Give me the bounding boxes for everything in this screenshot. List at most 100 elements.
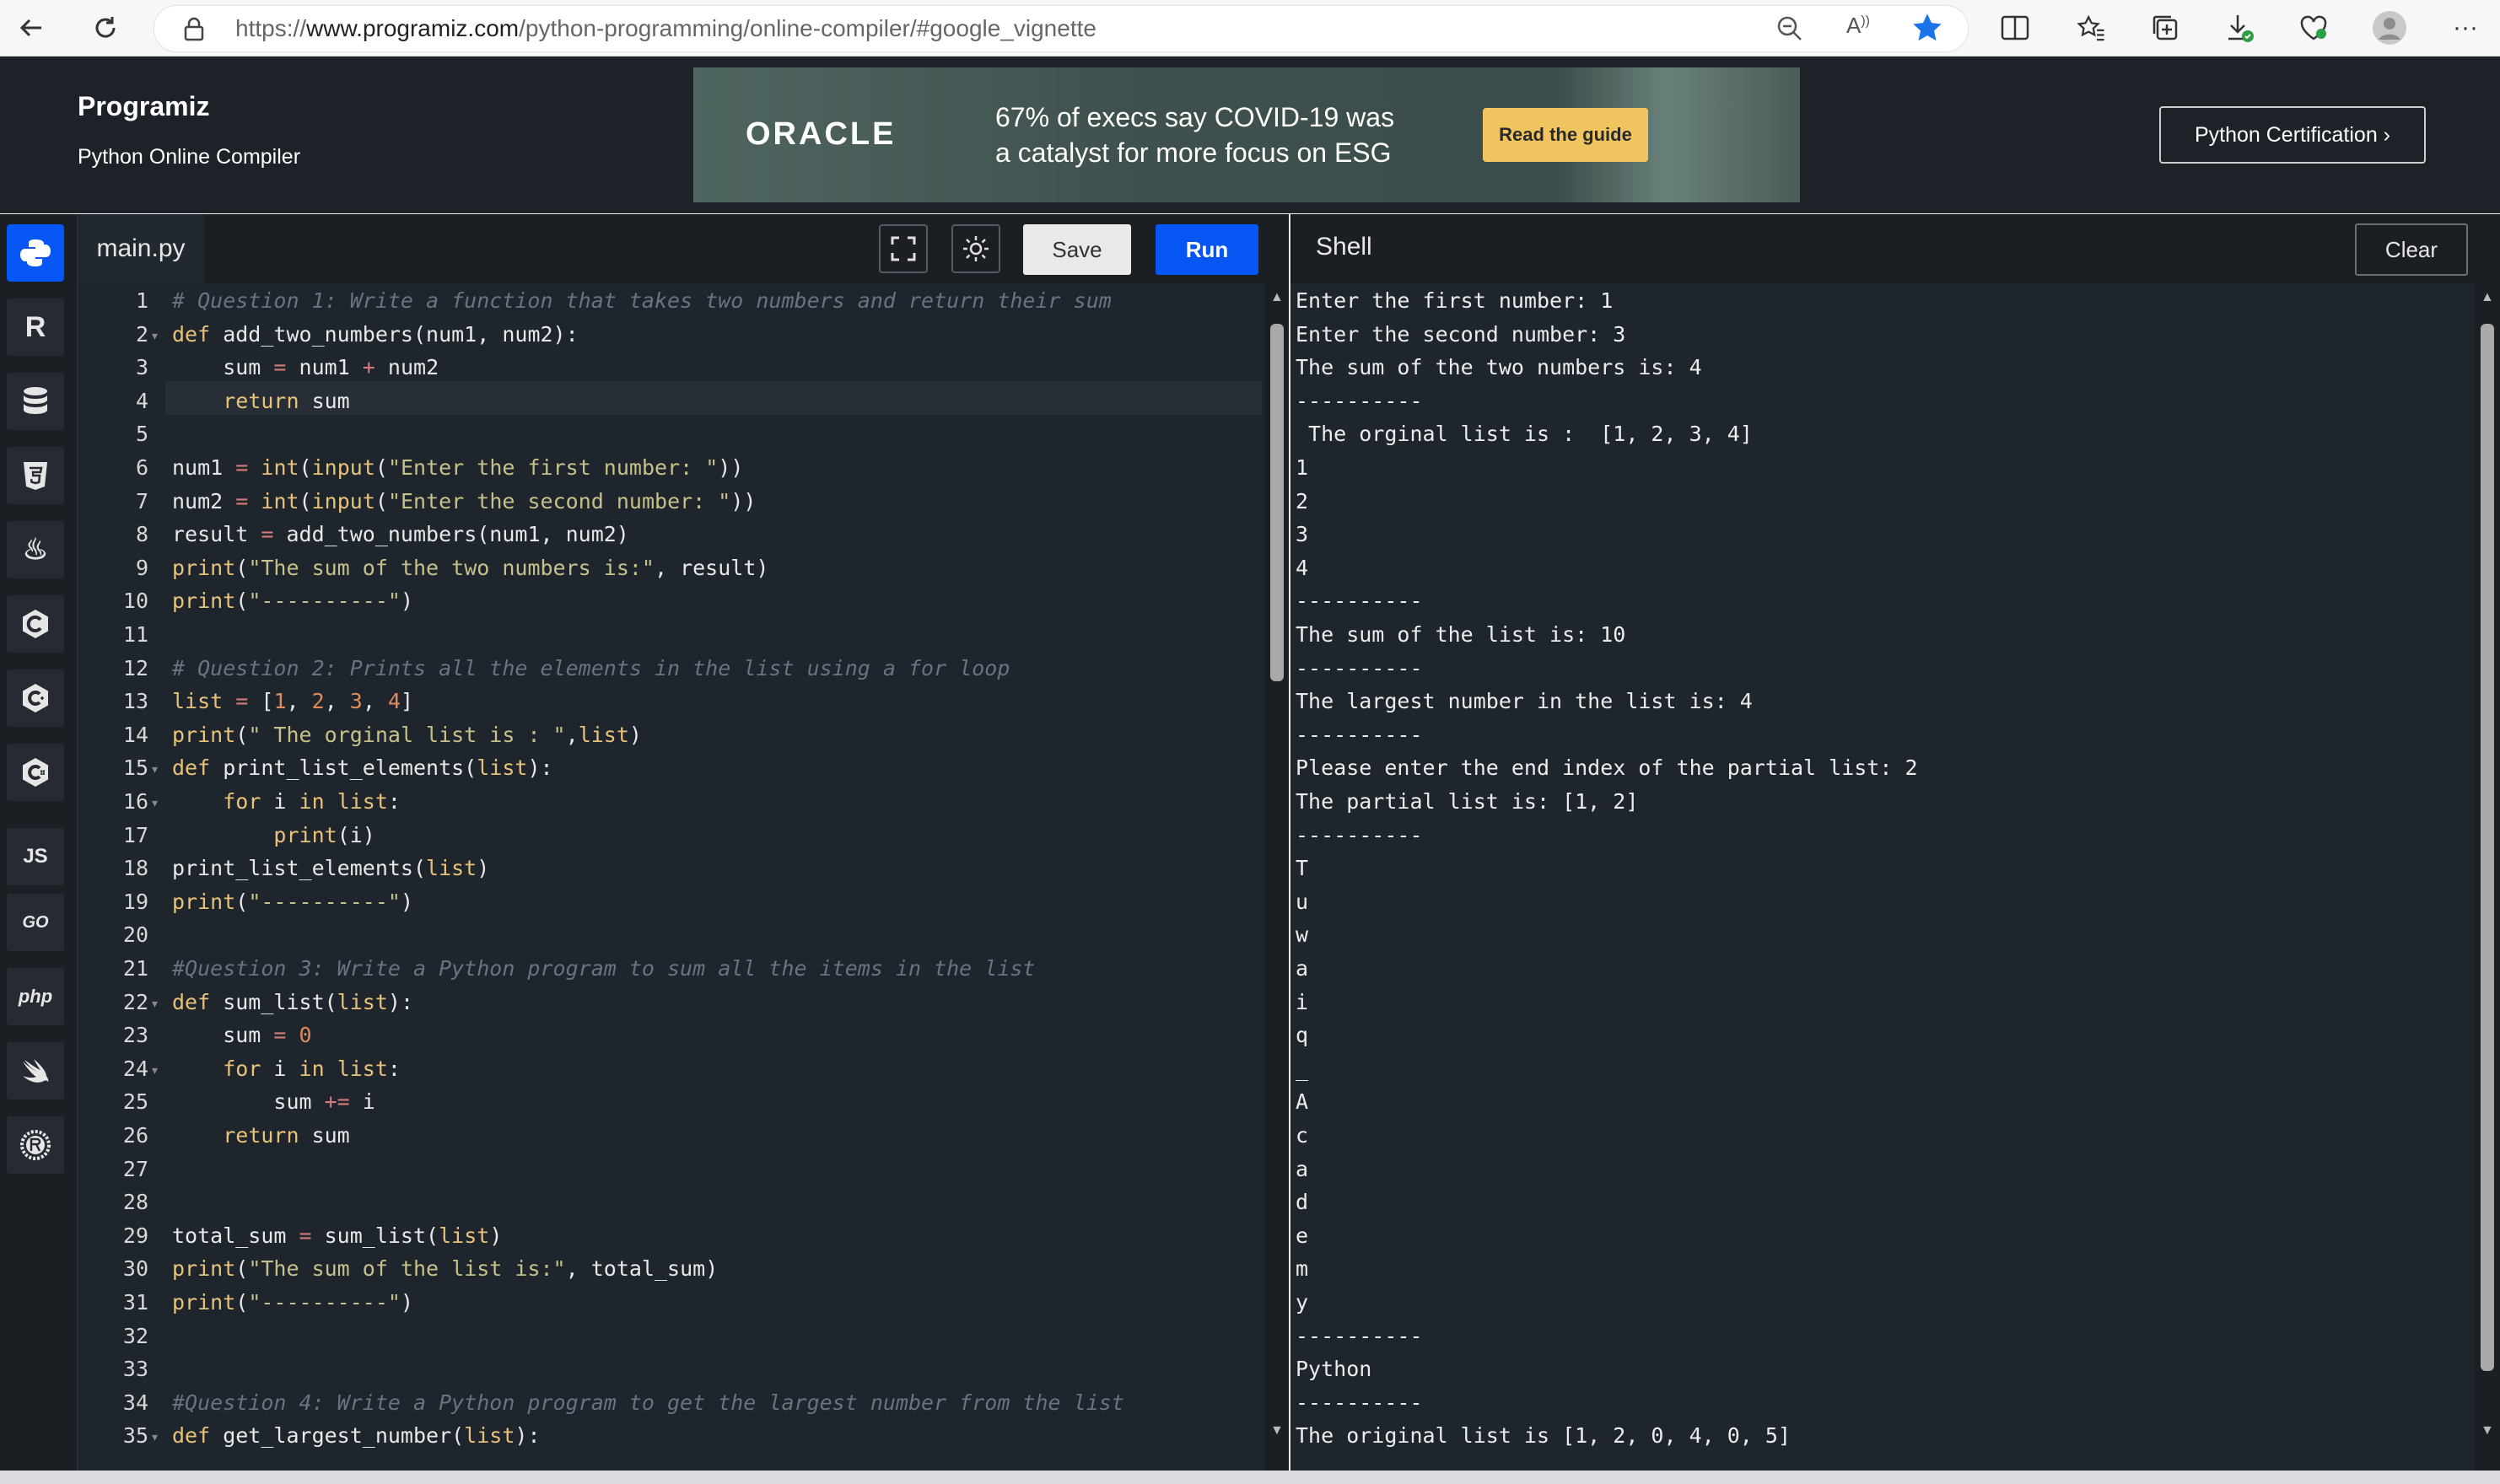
shell-scroll-thumb[interactable] <box>2481 324 2494 1371</box>
save-button[interactable]: Save <box>1023 224 1131 275</box>
fold-arrow-icon[interactable]: ▾ <box>152 1430 158 1444</box>
advertisement-banner[interactable]: ORACLE 67% of execs say COVID-19 was a c… <box>693 67 1800 202</box>
lang-cpp-button[interactable] <box>7 669 64 727</box>
fold-arrow-icon[interactable]: ▾ <box>152 1063 158 1078</box>
favorites-icon[interactable] <box>2072 8 2110 47</box>
python-certification-button[interactable]: Python Certification › <box>2159 106 2426 164</box>
lang-r-button[interactable]: R <box>7 298 64 356</box>
back-icon[interactable] <box>10 7 52 49</box>
ad-brand-logo: ORACLE <box>746 116 897 152</box>
lang-swift-button[interactable] <box>7 1042 64 1100</box>
lock-icon[interactable] <box>183 16 205 46</box>
split-screen-icon[interactable] <box>1996 8 2034 47</box>
line-number: 26 <box>122 1123 148 1148</box>
python-icon <box>20 239 51 266</box>
address-bar[interactable]: https://www.programiz.com/python-program… <box>154 5 1969 52</box>
shell-output-line: ---------- <box>1296 722 1423 747</box>
page-subtitle: Python Online Compiler <box>78 145 301 169</box>
line-number: 34 <box>122 1390 148 1415</box>
code-line[interactable]: #Question 3: Write a Python program to s… <box>172 956 1036 981</box>
lang-rust-button[interactable] <box>7 1116 64 1174</box>
shell-scrollbar[interactable]: ▲ ▼ <box>2475 283 2500 1471</box>
code-line[interactable]: def print_list_elements(list): <box>172 755 553 780</box>
line-number: 4 <box>135 388 148 413</box>
zoom-icon[interactable] <box>1775 14 1804 47</box>
code-line[interactable]: return sum <box>172 389 350 413</box>
shell-output-line: e <box>1296 1223 1309 1248</box>
shell-output-line: a <box>1296 1156 1309 1181</box>
editor-scroll-thumb[interactable] <box>1270 324 1284 681</box>
lang-csharp-button[interactable] <box>7 744 64 801</box>
code-line[interactable]: def sum_list(list): <box>172 990 413 1014</box>
code-editor[interactable]: 1 2 ▾ 3 4 5 6 7 8 9 10 11 12 13 14 15 ▾ 16 ▾ 17 18 19 20 21 22 ▾ 2… <box>78 283 1267 1471</box>
code-line[interactable]: # Question 2: Prints all the elements in… <box>172 656 1010 680</box>
shell-output-line: Python <box>1296 1357 1372 1382</box>
more-icon[interactable]: ··· <box>2446 8 2485 47</box>
code-line[interactable]: for i in list: <box>172 1057 401 1081</box>
fold-arrow-icon[interactable]: ▾ <box>152 796 158 810</box>
code-line[interactable]: print(" The orginal list is : ",list) <box>172 723 642 747</box>
scroll-up-arrow-icon[interactable]: ▲ <box>1270 290 1284 305</box>
read-aloud-icon[interactable]: A)) <box>1846 13 1870 39</box>
code-line[interactable]: print_list_elements(list) <box>172 856 489 880</box>
file-tab-main-py[interactable]: main.py <box>78 214 204 283</box>
line-number: 11 <box>122 622 148 647</box>
fullscreen-icon <box>891 236 916 261</box>
code-line[interactable]: for i in list: <box>172 789 401 814</box>
fold-arrow-icon[interactable]: ▾ <box>152 329 158 343</box>
fullscreen-button[interactable] <box>879 224 928 273</box>
code-line[interactable]: num1 = int(input("Enter the first number… <box>172 455 743 480</box>
shell-output[interactable]: Enter the first number: 1 Enter the secon… <box>1290 283 2475 1471</box>
code-line[interactable]: print("The sum of the two numbers is:", … <box>172 556 768 580</box>
code-line[interactable]: sum += i <box>172 1089 374 1114</box>
code-line[interactable]: #Question 4: Write a Python program to g… <box>172 1390 1124 1415</box>
line-number: 33 <box>122 1357 148 1382</box>
theme-toggle-button[interactable] <box>951 224 1000 273</box>
code-line[interactable]: num2 = int(input("Enter the second numbe… <box>172 489 756 513</box>
shell-output-line: The sum of the two numbers is: 4 <box>1296 355 1702 380</box>
programiz-logo[interactable]: Programiz <box>78 91 209 122</box>
url-text[interactable]: https://www.programiz.com/python-program… <box>235 15 1096 42</box>
code-line[interactable]: print("----------") <box>172 1290 413 1315</box>
lang-go-button[interactable]: GO <box>7 894 64 951</box>
code-line[interactable]: sum = num1 + num2 <box>172 355 439 379</box>
run-button[interactable]: Run <box>1156 224 1258 275</box>
lang-php-button[interactable]: php <box>7 968 64 1025</box>
code-line[interactable]: list = [1, 2, 3, 4] <box>172 689 413 713</box>
ad-read-guide-button[interactable]: Read the guide <box>1483 108 1648 162</box>
code-line[interactable]: print("----------") <box>172 890 413 914</box>
code-line[interactable]: # Question 1: Write a function that take… <box>172 288 1112 313</box>
code-line[interactable]: def add_two_numbers(num1, num2): <box>172 322 579 347</box>
lang-javascript-button[interactable]: JS <box>7 828 64 885</box>
refresh-icon[interactable] <box>84 7 127 49</box>
editor-scrollbar[interactable]: ▲ ▼ <box>1265 283 1289 1471</box>
lang-java-button[interactable]: ♨ <box>7 521 64 578</box>
shell-scroll-down-arrow-icon[interactable]: ▼ <box>2481 1423 2494 1438</box>
favorite-star-icon[interactable] <box>1910 11 1944 49</box>
shell-output-line: The sum of the list is: 10 <box>1296 622 1626 647</box>
lang-html-button[interactable] <box>7 447 64 504</box>
lang-sql-button[interactable] <box>7 373 64 430</box>
code-line[interactable]: sum = 0 <box>172 1023 311 1047</box>
downloads-icon[interactable] <box>2220 8 2259 47</box>
clear-button[interactable]: Clear <box>2355 223 2468 276</box>
lang-c-button[interactable] <box>7 595 64 653</box>
scroll-down-arrow-icon[interactable]: ▼ <box>1270 1423 1284 1438</box>
code-line[interactable]: total_sum = sum_list(list) <box>172 1223 502 1248</box>
fold-arrow-icon[interactable]: ▾ <box>152 997 158 1011</box>
collections-icon[interactable] <box>2146 8 2185 47</box>
lang-python-button[interactable] <box>7 224 64 282</box>
shell-output-line: q <box>1296 1023 1309 1048</box>
shell-scroll-up-arrow-icon[interactable]: ▲ <box>2481 290 2494 305</box>
code-line[interactable]: print("----------") <box>172 589 413 613</box>
browser-essentials-icon[interactable] <box>2294 8 2333 47</box>
code-line[interactable]: def get_largest_number(list): <box>172 1423 541 1448</box>
line-number: 6 <box>135 455 148 480</box>
code-line[interactable]: print("The sum of the list is:", total_s… <box>172 1256 718 1281</box>
fold-arrow-icon[interactable]: ▾ <box>152 762 158 777</box>
code-line[interactable]: return sum <box>172 1123 350 1148</box>
profile-icon[interactable] <box>2370 8 2409 47</box>
code-line[interactable]: print(i) <box>172 823 374 847</box>
shell-title: Shell <box>1316 233 1372 261</box>
code-line[interactable]: result = add_two_numbers(num1, num2) <box>172 522 629 546</box>
